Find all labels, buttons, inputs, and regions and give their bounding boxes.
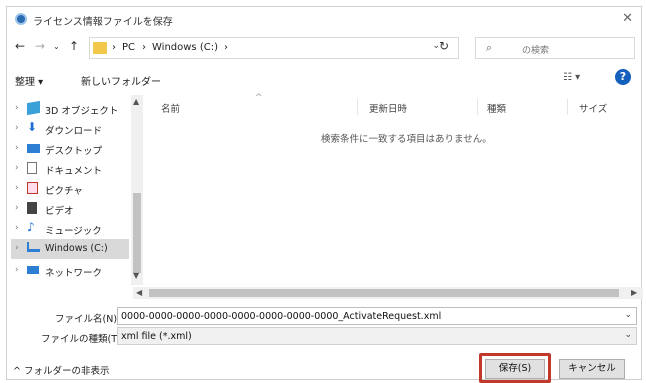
- music-icon: ♪: [27, 220, 35, 234]
- sidebar-item-label: ピクチャ: [45, 186, 83, 197]
- sidebar-item-label: ダウンロード: [45, 126, 103, 137]
- scroll-down-icon[interactable]: ▼: [133, 271, 139, 280]
- scrollbar-thumb[interactable]: [133, 193, 141, 273]
- filetype-label: ファイルの種類(T):: [41, 334, 124, 345]
- search-placeholder: の検索: [522, 46, 550, 56]
- sidebar-item-label: デスクトップ: [45, 146, 103, 157]
- dialog-footer: ^ フォルダーの非表示 保存(S) キャンセル: [7, 353, 641, 383]
- column-divider[interactable]: [567, 99, 568, 115]
- sidebar-scrollbar[interactable]: ▲ ▼: [131, 95, 143, 285]
- column-divider[interactable]: [357, 99, 358, 115]
- sidebar-item-network[interactable]: › ネットワーク: [11, 261, 129, 281]
- column-header-type[interactable]: 種類: [487, 101, 506, 115]
- sidebar-item-desktop[interactable]: › デスクトップ: [11, 139, 129, 159]
- file-list: ^ 名前 更新日時 種類 サイズ 検索条件に一致する項目はありません。: [147, 93, 643, 285]
- breadcrumb-sep: ›: [142, 42, 146, 53]
- expand-chevron-icon[interactable]: ›: [15, 223, 19, 233]
- back-arrow-icon[interactable]: ←: [15, 39, 25, 53]
- filename-input[interactable]: 0000-0000-0000-0000-0000-0000-0000-0000_…: [117, 307, 637, 325]
- help-icon[interactable]: ?: [615, 69, 631, 85]
- expand-chevron-icon[interactable]: ›: [15, 183, 19, 193]
- download-icon: ⬇: [27, 120, 38, 134]
- title-bar: ライセンス情報ファイルを保存 ✕: [7, 7, 641, 31]
- sidebar-item-pictures[interactable]: › ピクチャ: [11, 179, 129, 199]
- expand-chevron-icon[interactable]: ›: [15, 123, 19, 133]
- expand-chevron-icon[interactable]: ›: [15, 143, 19, 153]
- sidebar-item-label: ネットワーク: [45, 268, 103, 279]
- breadcrumb-pc[interactable]: PC: [122, 42, 135, 53]
- dialog-title: ライセンス情報ファイルを保存: [33, 17, 173, 28]
- filetype-select[interactable]: xml file (*.xml) ⌄: [117, 327, 637, 345]
- cancel-button[interactable]: キャンセル: [559, 359, 625, 379]
- sidebar-item-downloads[interactable]: › ⬇ ダウンロード: [11, 119, 129, 139]
- 3d-objects-icon: [27, 100, 40, 116]
- filename-row: ファイル名(N): 0000-0000-0000-0000-0000-0000-…: [7, 307, 641, 327]
- expand-chevron-icon[interactable]: ›: [15, 103, 19, 113]
- sidebar-item-label: ミュージック: [45, 226, 102, 237]
- save-button[interactable]: 保存(S): [485, 359, 545, 379]
- save-dialog: ライセンス情報ファイルを保存 ✕ ← → ⌄ ↑ › PC › Windows …: [6, 6, 643, 383]
- scroll-left-icon[interactable]: ◀: [136, 288, 142, 297]
- command-bar: 整理 ▾ 新しいフォルダー ☷ ▾ ?: [7, 69, 641, 91]
- sidebar-item-videos[interactable]: › ビデオ: [11, 199, 129, 219]
- videos-icon: [27, 202, 37, 214]
- sidebar-item-label: ビデオ: [45, 206, 74, 217]
- column-header-name[interactable]: 名前: [161, 101, 180, 115]
- chevron-down-icon[interactable]: ⌄: [624, 330, 632, 340]
- filetype-value: xml file (*.xml): [121, 331, 192, 342]
- horizontal-scrollbar[interactable]: ◀ ▶: [133, 287, 643, 299]
- desktop-icon: [27, 144, 40, 153]
- search-icon: ⌕: [486, 41, 493, 54]
- drive-icon: [27, 242, 40, 252]
- filename-label: ファイル名(N):: [55, 314, 121, 325]
- new-folder-button[interactable]: 新しいフォルダー: [81, 73, 161, 88]
- sort-arrow-icon: ^: [255, 93, 263, 103]
- up-arrow-icon[interactable]: ↑: [69, 39, 79, 53]
- search-box[interactable]: ⌕ の検索: [475, 37, 635, 59]
- sidebar-item-windows-c[interactable]: › Windows (C:): [11, 239, 129, 259]
- scroll-right-icon[interactable]: ▶: [631, 288, 637, 297]
- sidebar-item-label: Windows (C:): [45, 243, 108, 254]
- breadcrumb-drive[interactable]: Windows (C:): [152, 42, 218, 53]
- close-icon[interactable]: ✕: [622, 11, 633, 26]
- sidebar-item-label: ドキュメント: [45, 166, 103, 177]
- column-divider[interactable]: [477, 99, 478, 115]
- column-header-size[interactable]: サイズ: [579, 101, 607, 115]
- app-icon: [15, 13, 27, 25]
- documents-icon: [27, 162, 37, 174]
- expand-chevron-icon[interactable]: ›: [15, 203, 19, 213]
- recent-dropdown-icon[interactable]: ⌄: [53, 42, 60, 51]
- address-bar[interactable]: › PC › Windows (C:) › ⌄: [89, 37, 459, 59]
- breadcrumb-sep: ›: [112, 42, 116, 53]
- expand-chevron-icon[interactable]: ›: [15, 163, 19, 173]
- sidebar-item-music[interactable]: › ♪ ミュージック: [11, 219, 129, 239]
- network-icon: [27, 266, 39, 274]
- pictures-icon: [27, 182, 38, 194]
- chevron-down-icon[interactable]: ⌄: [624, 310, 632, 320]
- filetype-row: ファイルの種類(T): xml file (*.xml) ⌄: [7, 327, 641, 347]
- folder-icon: [93, 42, 107, 54]
- sidebar-item-3d-objects[interactable]: › 3D オブジェクト: [11, 99, 129, 119]
- navigation-pane: › 3D オブジェクト › ⬇ ダウンロード › デスクトップ › ドキュメント…: [11, 95, 143, 285]
- refresh-icon[interactable]: ↻: [439, 39, 449, 53]
- expand-chevron-icon[interactable]: ›: [15, 243, 19, 253]
- organize-button[interactable]: 整理 ▾: [15, 73, 43, 88]
- hide-folders-toggle[interactable]: ^ フォルダーの非表示: [13, 363, 109, 377]
- forward-arrow-icon[interactable]: →: [35, 39, 45, 53]
- filename-value: 0000-0000-0000-0000-0000-0000-0000-0000_…: [121, 311, 442, 322]
- scrollbar-thumb[interactable]: [149, 289, 619, 297]
- sidebar-item-label: 3D オブジェクト: [45, 106, 119, 117]
- breadcrumb-sep[interactable]: ›: [224, 42, 228, 53]
- navigation-bar: ← → ⌄ ↑ › PC › Windows (C:) › ⌄ ↻ ⌕ の検索: [7, 35, 641, 61]
- expand-chevron-icon[interactable]: ›: [15, 265, 19, 275]
- sidebar-item-documents[interactable]: › ドキュメント: [11, 159, 129, 179]
- column-header-modified[interactable]: 更新日時: [369, 101, 407, 115]
- empty-message: 検索条件に一致する項目はありません。: [321, 134, 492, 145]
- view-options-icon[interactable]: ☷ ▾: [563, 72, 580, 83]
- scroll-up-icon[interactable]: ▲: [133, 97, 139, 106]
